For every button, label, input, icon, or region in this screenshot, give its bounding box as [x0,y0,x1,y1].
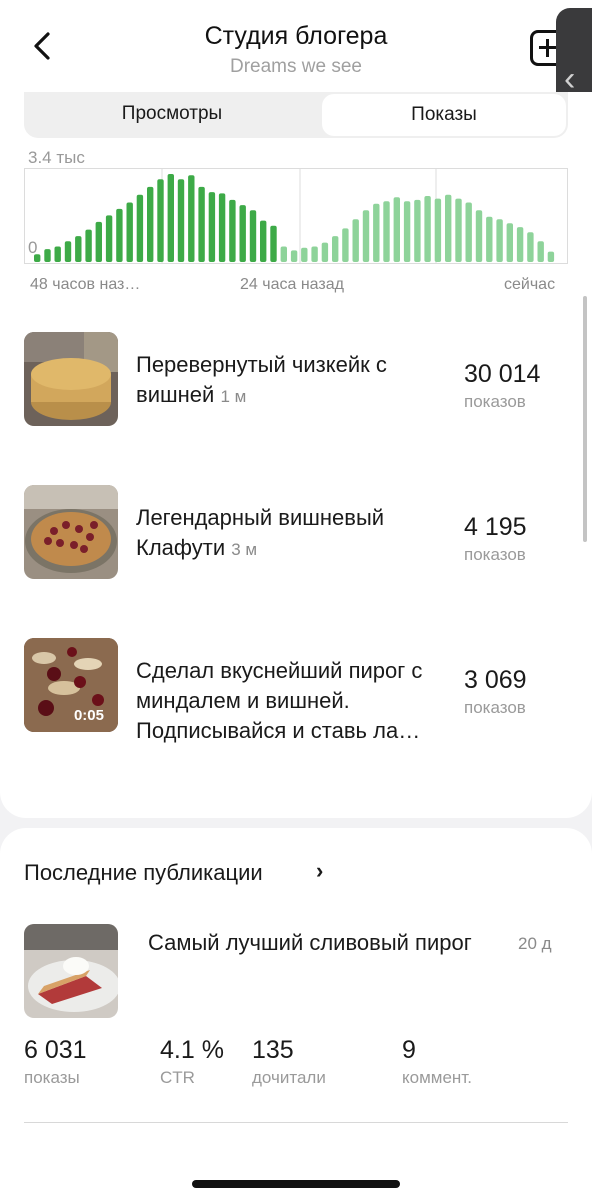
stat-ctr-label: CTR [160,1068,195,1087]
chart-bar-dark [126,202,133,262]
chart-bar-light [373,203,380,262]
divider [24,1122,568,1123]
publication-title: Перевернутый чизкейк с вишней 1 м [136,350,446,412]
tab-impressions[interactable]: Показы [322,94,566,136]
page-subtitle: Dreams we see [230,56,362,77]
page-title: Студия блогера [204,22,388,50]
chart-bar-dark [105,215,113,262]
chart-bar-light [496,219,503,262]
chart-bar-light [455,198,462,262]
chart-bar-dark [167,174,174,262]
publication-row[interactable]: Перевернутый чизкейк с вишней 1 м 30 014… [0,332,592,428]
publication-thumbnail-almond-pie-video: 0:05 [24,638,118,732]
chart-x-label-end: сейчас [504,276,556,293]
publication-thumbnail-clafoutis [24,485,118,579]
chart-bar-light [362,210,370,262]
publication-impressions-value: 30 014 [464,360,541,388]
chart-bar-dark [85,229,92,262]
publication-age: 3 м [231,540,258,559]
segmented-control: Просмотры Показы [24,92,568,138]
home-indicator[interactable] [192,1180,400,1188]
chart-x-label-start: 48 часов наз… [30,276,141,293]
impressions-chart: 3.4 тыс 0 48 часов наз… 24 часа назад се… [24,146,576,296]
chart-bar-light [547,251,555,262]
stat-comments-label: коммент. [402,1068,472,1087]
header: Студия блогера Dreams we see [0,0,592,92]
chart-bar-light [342,228,349,262]
chart-bar-dark [75,236,82,262]
chart-bar-light [486,216,493,262]
chart-bar-light [506,223,513,262]
chart-bar-light [424,196,431,262]
chart-bar-light [465,202,472,262]
publication-age: 1 м [220,387,247,406]
chart-bar-dark [44,249,51,262]
stat-ctr-value: 4.1 % [160,1036,224,1064]
chart-bar-light [403,201,411,262]
chart-bar-light [280,246,287,262]
stat-read-value: 135 [252,1036,294,1064]
chart-bar-dark [95,221,102,262]
chart-bar-dark [260,220,267,262]
publication-impressions-unit: показов [464,698,526,717]
publication-row[interactable]: 0:05 Сделал вкуснейший пирог с миндалем … [0,638,592,743]
chevron-right-icon[interactable]: › [316,858,323,884]
stat-read-label: дочитали [252,1068,326,1087]
chart-bar-dark [177,179,185,262]
chart-bar-light [537,241,544,262]
chart-bar-light [434,198,442,262]
chart-bar-dark [54,246,61,262]
chart-bar-light [475,210,483,262]
chart-bar-light [290,250,298,262]
chart-bar-light [321,242,329,262]
chart-bar-dark [249,210,257,262]
chart-bar-light [383,201,390,262]
video-duration-badge: 0:05 [73,707,104,724]
chart-bar-dark [64,241,72,262]
chart-bar-dark [198,186,205,262]
chart-y-max-label: 3.4 тыс [28,148,85,167]
chart-plot [24,168,568,264]
publication-impressions-unit: показов [464,545,526,564]
tab-views[interactable]: Просмотры [24,92,320,138]
publication-impressions-unit: показов [464,392,526,411]
publication-thumbnail-cheesecake [24,332,118,426]
chart-bar-light [445,194,452,262]
publication-impressions-value: 4 195 [464,513,527,541]
chart-y-zero-label: 0 [28,238,38,257]
chart-bar-light [332,236,339,262]
chart-bar-light [414,199,421,262]
chart-bar-dark [157,179,164,262]
chart-bar-light [311,246,318,262]
chart-x-label-middle: 24 часа назад [240,276,344,293]
recent-publication-title[interactable]: Самый лучший сливовый пирог [148,930,472,956]
chart-bar-dark [229,199,236,262]
chart-bar-light [527,232,534,262]
chart-bar-light [393,197,400,262]
recent-publications-title[interactable]: Последние публикации [24,860,263,886]
publication-title: Сделал вкуснейший пирог с миндалем и виш… [136,658,423,743]
recent-publication-thumbnail[interactable] [24,924,118,1018]
chart-bar-dark [270,225,277,262]
chart-bar-dark [239,205,246,262]
publication-row[interactable]: Легендарный вишневый Клафути 3 м 4 195 п… [0,485,592,581]
publication-title-text: Легендарный вишневый Клафути [136,505,385,560]
stat-impressions-value: 6 031 [24,1036,87,1064]
publication-impressions-value: 3 069 [464,666,527,694]
stat-impressions-label: показы [24,1068,80,1087]
chart-bar-dark [208,192,216,262]
chart-bar-dark [188,175,195,262]
chart-bar-light [301,247,308,262]
chart-bar-light [516,227,524,262]
chart-bar-dark [218,193,226,262]
chart-bar-dark [147,186,154,262]
recent-publication-age: 20 д [518,934,552,953]
publication-title-text: Перевернутый чизкейк с вишней [136,352,387,407]
stat-comments-value: 9 [402,1036,416,1064]
chart-bar-dark [116,208,123,262]
chart-bar-light [352,219,359,262]
chart-bar-dark [136,194,144,262]
publication-title: Легендарный вишневый Клафути 3 м [136,503,446,565]
